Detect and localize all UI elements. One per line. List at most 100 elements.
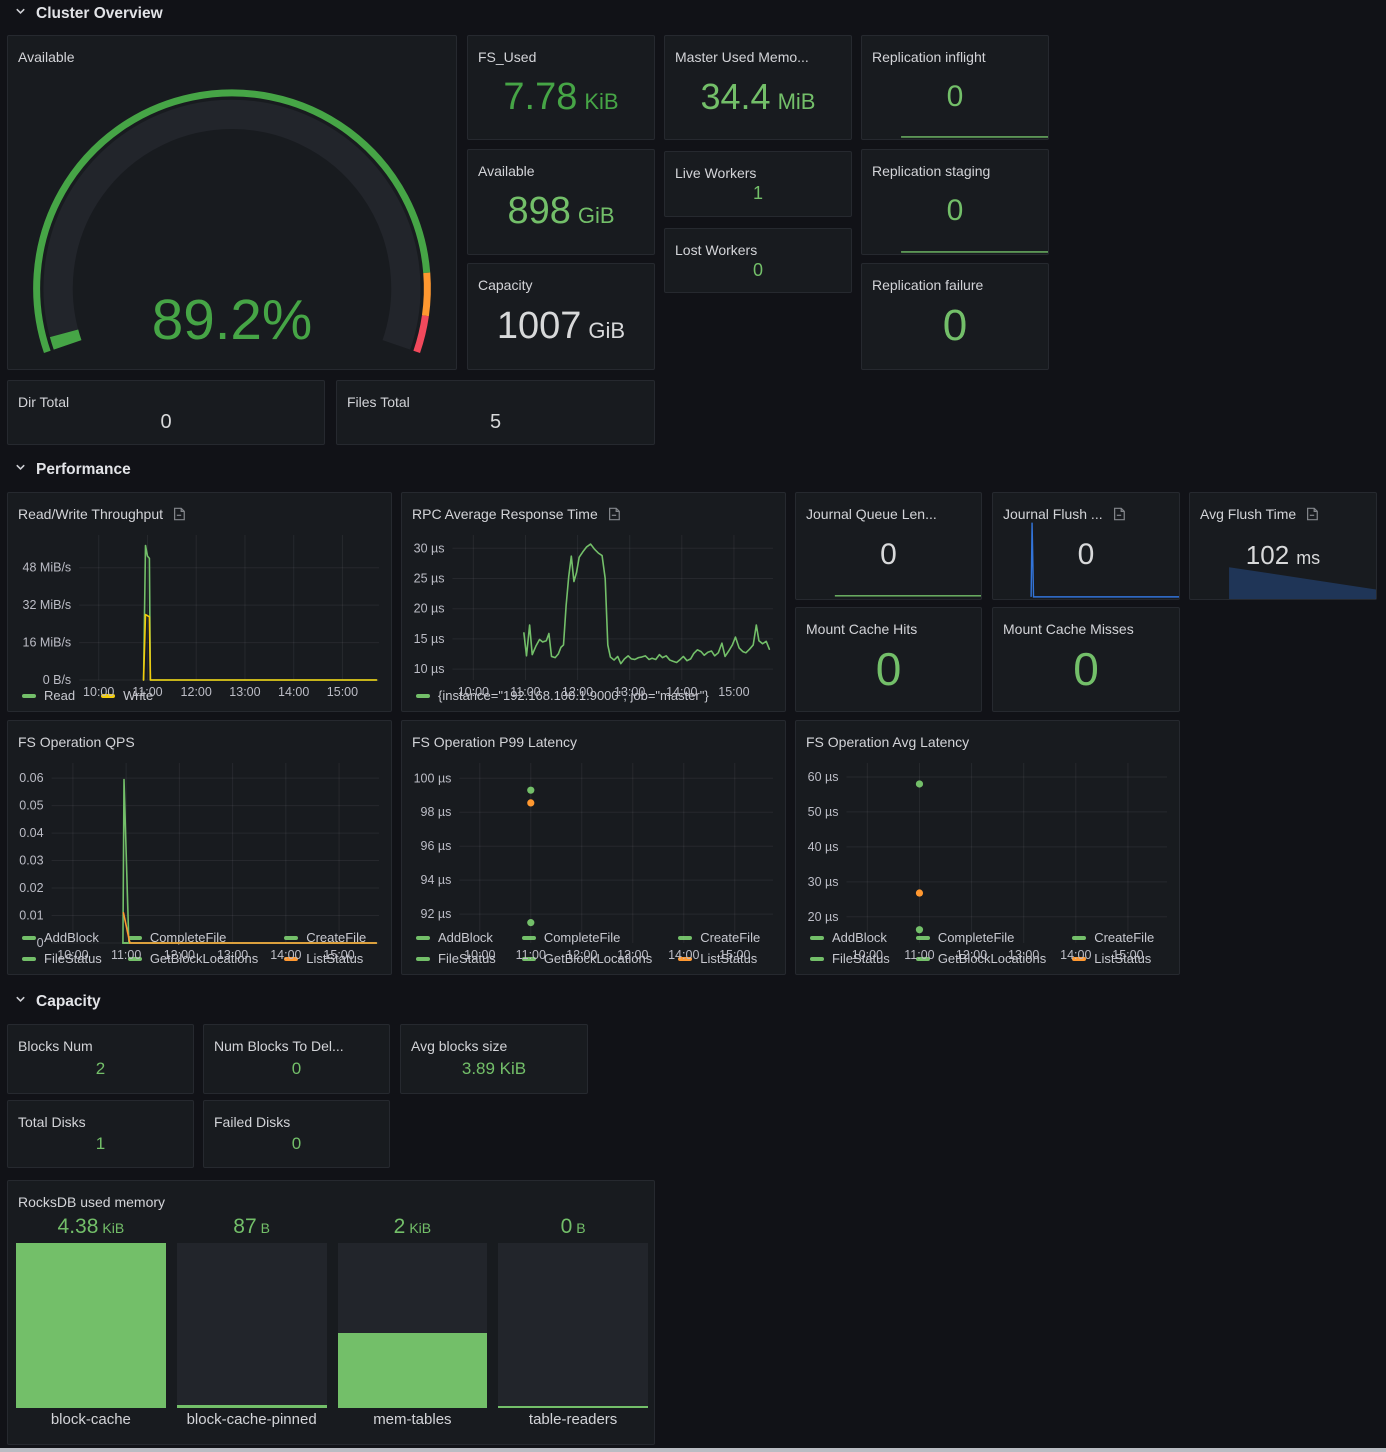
- svg-text:30 µs: 30 µs: [414, 541, 445, 555]
- svg-text:15:00: 15:00: [1112, 948, 1143, 962]
- stat-value: 1007GiB: [497, 307, 625, 345]
- panel-rocksdb-used-memory: RocksDB used memory 4.38KiBblock-cache87…: [7, 1180, 655, 1445]
- rocksdb-bar-gauge[interactable]: 4.38KiBblock-cache87Bblock-cache-pinned2…: [16, 1215, 648, 1432]
- panel-fs-operation-p99-latency: FS Operation P99 Latency 10:0011:0012:00…: [401, 720, 786, 975]
- panel-capacity: Capacity 1007GiB: [467, 263, 655, 370]
- panel-avg-blocks-size: Avg blocks size 3.89 KiB: [400, 1024, 588, 1094]
- svg-text:60 µs: 60 µs: [808, 770, 839, 784]
- bar-track: [177, 1243, 327, 1408]
- panel-read-write-throughput: Read/Write Throughput 10:0011:0012:0013:…: [7, 492, 392, 712]
- bar-value: 4.38KiB: [16, 1215, 166, 1243]
- bar-fill: [338, 1333, 488, 1408]
- panel-master-used-memory: Master Used Memo... 34.4MiB: [664, 35, 852, 140]
- svg-text:14:00: 14:00: [1060, 948, 1091, 962]
- panel-title[interactable]: Read/Write Throughput: [8, 493, 391, 527]
- svg-text:0.04: 0.04: [19, 826, 43, 840]
- bar-value: 2KiB: [338, 1215, 488, 1243]
- svg-text:0.01: 0.01: [19, 909, 43, 923]
- stat-value: 898GiB: [507, 192, 614, 230]
- qps-chart[interactable]: 10:0011:0012:0013:0014:0015:0000.010.020…: [12, 755, 387, 928]
- panel-num-blocks-to-delete: Num Blocks To Del... 0: [203, 1024, 390, 1094]
- throughput-chart[interactable]: 10:0011:0012:0013:0014:0015:000 B/s16 Mi…: [12, 527, 387, 686]
- svg-text:25 µs: 25 µs: [414, 572, 445, 586]
- stat-value: 5: [490, 412, 501, 432]
- svg-text:11:00: 11:00: [111, 948, 141, 962]
- panel-available-stat: Available 898GiB: [467, 149, 655, 255]
- stat-value: 0: [1073, 646, 1099, 692]
- avg-latency-chart[interactable]: 10:0011:0012:0013:0014:0015:0020 µs30 µs…: [800, 755, 1175, 928]
- bar-column[interactable]: 87Bblock-cache-pinned: [177, 1215, 327, 1432]
- stat-value: 1: [96, 1135, 105, 1152]
- section-header-performance[interactable]: Performance: [14, 461, 131, 479]
- svg-text:48 MiB/s: 48 MiB/s: [23, 561, 72, 575]
- svg-text:100 µs: 100 µs: [414, 771, 452, 785]
- panel-title[interactable]: RocksDB used memory: [8, 1181, 654, 1215]
- chevron-down-icon: [14, 993, 27, 1011]
- panel-title[interactable]: Available: [8, 36, 456, 70]
- panel-mount-cache-hits: Mount Cache Hits 0: [795, 607, 982, 712]
- svg-text:11:00: 11:00: [510, 685, 540, 699]
- bar-track: [338, 1243, 488, 1408]
- horizontal-scrollbar[interactable]: [0, 1448, 1386, 1452]
- svg-text:10:00: 10:00: [458, 685, 489, 699]
- bar-label: block-cache-pinned: [177, 1408, 327, 1432]
- svg-text:0.02: 0.02: [19, 881, 43, 895]
- svg-text:10:00: 10:00: [464, 948, 495, 962]
- panel-replication-staging: Replication staging 0: [861, 149, 1049, 255]
- svg-text:92 µs: 92 µs: [421, 907, 452, 921]
- panel-description-icon[interactable]: [172, 507, 186, 521]
- rpc-chart[interactable]: 10:0011:0012:0013:0014:0015:0010 µs15 µs…: [406, 527, 781, 686]
- bar-track: [498, 1243, 648, 1408]
- svg-text:32 MiB/s: 32 MiB/s: [23, 598, 72, 612]
- panel-journal-flush: Journal Flush ... 0: [992, 492, 1180, 600]
- svg-text:0 B/s: 0 B/s: [43, 673, 72, 687]
- svg-text:15:00: 15:00: [719, 948, 750, 962]
- svg-text:12:00: 12:00: [566, 948, 597, 962]
- svg-text:11:00: 11:00: [904, 948, 934, 962]
- section-header-cluster-overview[interactable]: Cluster Overview: [14, 5, 163, 23]
- svg-text:14:00: 14:00: [666, 685, 697, 699]
- stat-value: 34.4MiB: [701, 79, 816, 115]
- panel-failed-disks: Failed Disks 0: [203, 1100, 390, 1168]
- panel-title-text: Available: [18, 49, 75, 65]
- panel-title[interactable]: FS Operation Avg Latency: [796, 721, 1179, 755]
- panel-title[interactable]: RPC Average Response Time: [402, 493, 785, 527]
- grafana-dashboard: Cluster Overview Available 89.2% FS_Used…: [0, 0, 1386, 1452]
- stat-value: 0: [943, 304, 967, 348]
- panel-title[interactable]: FS Operation QPS: [8, 721, 391, 755]
- svg-text:11:00: 11:00: [132, 685, 162, 699]
- bar-label: table-readers: [498, 1408, 648, 1432]
- bar-column[interactable]: 0B table-readers: [498, 1215, 648, 1432]
- bar-column[interactable]: 2KiBmem-tables: [338, 1215, 488, 1432]
- available-gauge[interactable]: 89.2%: [12, 70, 452, 369]
- panel-dir-total: Dir Total 0: [7, 380, 325, 445]
- panel-title[interactable]: FS Operation P99 Latency: [402, 721, 785, 755]
- chevron-down-icon: [14, 5, 27, 23]
- panel-description-icon[interactable]: [607, 507, 621, 521]
- svg-text:96 µs: 96 µs: [421, 839, 452, 853]
- stat-value: 3.89 KiB: [462, 1060, 526, 1077]
- stat-value: 0: [753, 261, 763, 279]
- svg-text:13:00: 13:00: [217, 948, 248, 962]
- bar-value: 0B: [498, 1215, 648, 1243]
- bar-fill: [16, 1243, 166, 1408]
- stat-value: 0: [292, 1060, 301, 1077]
- stat-value: 0: [876, 646, 902, 692]
- svg-text:10:00: 10:00: [57, 948, 88, 962]
- svg-text:30 µs: 30 µs: [808, 875, 839, 889]
- section-header-capacity[interactable]: Capacity: [14, 993, 101, 1011]
- svg-text:12:00: 12:00: [562, 685, 593, 699]
- p99-latency-chart[interactable]: 10:0011:0012:0013:0014:0015:0092 µs94 µs…: [406, 755, 781, 928]
- panel-mount-cache-misses: Mount Cache Misses 0: [992, 607, 1180, 712]
- bar-column[interactable]: 4.38KiBblock-cache: [16, 1215, 166, 1432]
- svg-text:13:00: 13:00: [229, 685, 260, 699]
- panel-blocks-num: Blocks Num 2: [7, 1024, 194, 1094]
- panel-fs-operation-avg-latency: FS Operation Avg Latency 10:0011:0012:00…: [795, 720, 1180, 975]
- stat-value: 1: [753, 184, 763, 202]
- svg-text:50 µs: 50 µs: [808, 805, 839, 819]
- svg-text:14:00: 14:00: [270, 948, 301, 962]
- section-title: Performance: [36, 461, 131, 479]
- stat-value: 7.78KiB: [503, 78, 618, 116]
- panel-fs-operation-qps: FS Operation QPS 10:0011:0012:0013:0014:…: [7, 720, 392, 975]
- svg-text:10:00: 10:00: [852, 948, 883, 962]
